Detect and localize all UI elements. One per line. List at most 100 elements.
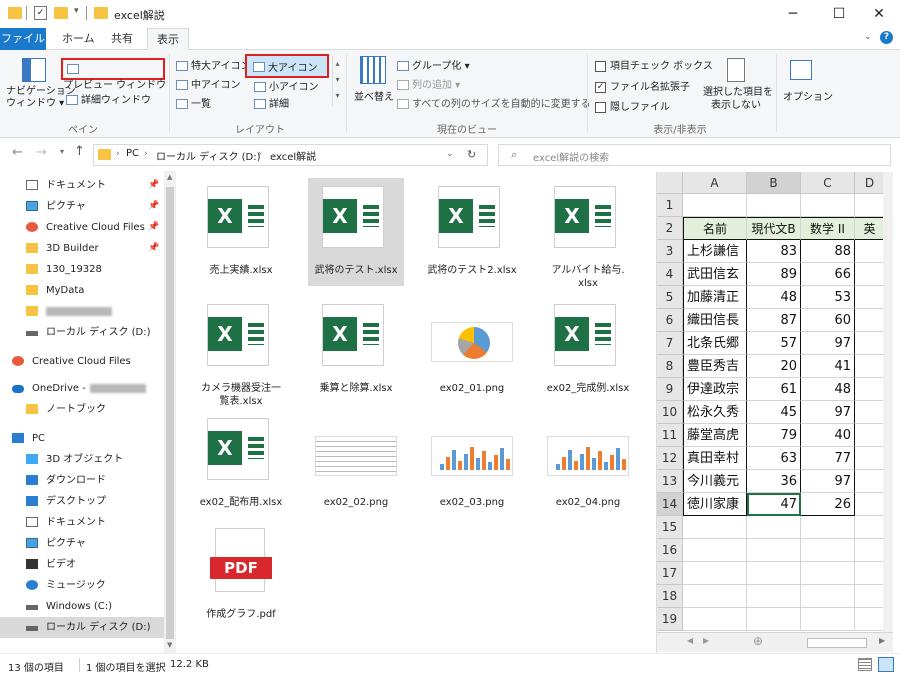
nav-item[interactable]	[0, 301, 164, 322]
table-cell[interactable]	[747, 516, 801, 539]
sheet-scroll-bar[interactable]: ◀ ▶ ⊕ ▶	[657, 632, 893, 652]
nav-item[interactable]: ドキュメント	[0, 512, 164, 533]
table-cell[interactable]	[801, 585, 855, 608]
nav-item[interactable]: 3D Builder 📌	[0, 238, 164, 259]
row-header[interactable]: 6	[657, 309, 683, 332]
table-cell[interactable]: 57	[747, 332, 801, 355]
row-header[interactable]: 17	[657, 562, 683, 585]
nav-item[interactable]: ローカル ディスク (D:)	[0, 322, 164, 343]
nav-scroll-thumb[interactable]	[166, 187, 174, 639]
tab-share[interactable]: 共有	[103, 28, 141, 50]
row-header[interactable]: 13	[657, 470, 683, 493]
row-header[interactable]: 3	[657, 240, 683, 263]
nav-item[interactable]: ピクチャ 📌	[0, 196, 164, 217]
table-cell[interactable]	[855, 608, 885, 631]
table-cell[interactable]: 79	[747, 424, 801, 447]
breadcrumb-pc[interactable]: PC	[126, 148, 139, 159]
table-cell[interactable]: 現代文B	[747, 217, 801, 240]
layout-details[interactable]: 詳細	[254, 95, 289, 110]
row-header[interactable]: 1	[657, 194, 683, 217]
row-header[interactable]: 10	[657, 401, 683, 424]
file-item[interactable]: Xex02_完成例.xlsx	[540, 296, 636, 404]
extensions-toggle[interactable]: ✓ ファイル名拡張子	[595, 78, 690, 93]
scroll-up-icon[interactable]: ▲	[167, 173, 172, 181]
table-cell[interactable]	[801, 562, 855, 585]
table-cell[interactable]: 徳川家康	[683, 493, 747, 516]
nav-item[interactable]: Creative Cloud Files	[0, 351, 164, 372]
file-item[interactable]: PDF 作成グラフ.pdf	[193, 522, 289, 630]
row-header[interactable]: 18	[657, 585, 683, 608]
table-cell[interactable]	[801, 539, 855, 562]
tab-home[interactable]: ホーム	[54, 28, 103, 50]
large-icons-view-icon[interactable]	[878, 657, 894, 672]
nav-item[interactable]: OneDrive -	[0, 378, 164, 399]
table-cell[interactable]: 77	[801, 447, 855, 470]
table-cell[interactable]: 87	[747, 309, 801, 332]
tab-view[interactable]: 表示	[147, 28, 189, 51]
h-scroll-thumb[interactable]	[807, 638, 867, 648]
file-item[interactable]: ex02_04.png	[540, 410, 636, 518]
row-header[interactable]: 7	[657, 332, 683, 355]
table-cell[interactable]: 88	[801, 240, 855, 263]
layout-xl-icons[interactable]: 特大アイコン	[176, 57, 251, 72]
layout-small-icons[interactable]: 小アイコン	[254, 78, 319, 93]
column-header[interactable]: D	[855, 172, 885, 194]
table-cell[interactable]: 加藤清正	[683, 286, 747, 309]
table-cell[interactable]	[855, 516, 885, 539]
table-cell[interactable]: 83	[747, 240, 801, 263]
row-header[interactable]: 2	[657, 217, 683, 240]
table-cell[interactable]: 97	[801, 401, 855, 424]
sort-button[interactable]: 並べ替え	[354, 88, 394, 103]
table-cell[interactable]: 36	[747, 470, 801, 493]
nav-item[interactable]: ローカル ディスク (D:)	[0, 617, 164, 638]
row-header[interactable]: 11	[657, 424, 683, 447]
new-folder-icon[interactable]	[54, 7, 68, 19]
row-header[interactable]: 14	[657, 493, 683, 516]
nav-item[interactable]: ビデオ	[0, 554, 164, 575]
sheet-v-scrollbar[interactable]	[883, 172, 893, 632]
forward-icon[interactable]: →	[36, 145, 47, 160]
table-cell[interactable]: 松永久秀	[683, 401, 747, 424]
table-cell[interactable]: 織田信長	[683, 309, 747, 332]
file-item[interactable]: X アルバイト給与. xlsx	[540, 178, 636, 289]
options-button[interactable]: オプション	[783, 88, 833, 103]
row-header[interactable]: 5	[657, 286, 683, 309]
ribbon-collapse-icon[interactable]: ⌄	[864, 32, 872, 42]
table-cell[interactable]	[855, 355, 885, 378]
column-header[interactable]: C	[801, 172, 855, 194]
row-header[interactable]: 15	[657, 516, 683, 539]
item-checkbox-toggle[interactable]: 項目チェック ボックス	[595, 57, 713, 72]
table-cell[interactable]: 97	[801, 470, 855, 493]
nav-scrollbar[interactable]: ▲ ▼	[164, 171, 176, 653]
sheet-prev-icon[interactable]: ◀	[687, 636, 693, 645]
nav-item[interactable]: ピクチャ	[0, 533, 164, 554]
table-cell[interactable]	[801, 194, 855, 217]
table-cell[interactable]	[855, 378, 885, 401]
nav-item[interactable]: 3D オブジェクト	[0, 449, 164, 470]
table-cell[interactable]: 89	[747, 263, 801, 286]
file-item[interactable]: X 武将のテスト2.xlsx	[424, 178, 520, 286]
search-input[interactable]: excel解説の検索	[533, 149, 609, 164]
nav-item[interactable]: 130_19328	[0, 259, 164, 280]
table-cell[interactable]: 40	[801, 424, 855, 447]
layout-medium-icons[interactable]: 中アイコン	[176, 76, 241, 91]
table-cell[interactable]: 藤堂高虎	[683, 424, 747, 447]
back-icon[interactable]: ←	[12, 145, 23, 160]
table-cell[interactable]	[747, 608, 801, 631]
table-cell[interactable]	[747, 194, 801, 217]
table-cell[interactable]: 41	[801, 355, 855, 378]
table-cell[interactable]: 26	[801, 493, 855, 516]
table-cell[interactable]	[855, 447, 885, 470]
scroll-down-icon[interactable]: ▼	[167, 641, 172, 649]
row-header[interactable]: 9	[657, 378, 683, 401]
nav-item[interactable]: ミュージック	[0, 575, 164, 596]
table-cell[interactable]	[855, 309, 885, 332]
table-cell[interactable]: 北条氏郷	[683, 332, 747, 355]
table-cell[interactable]: 61	[747, 378, 801, 401]
address-dropdown-icon[interactable]: ⌄	[446, 149, 454, 159]
search-box[interactable]: ⌕ excel解説の検索	[498, 144, 891, 166]
table-cell[interactable]: 名前	[683, 217, 747, 240]
nav-item[interactable]: ダウンロード	[0, 470, 164, 491]
customize-qat-icon[interactable]: ▾	[74, 6, 79, 16]
file-item[interactable]: X 売上実績.xlsx	[193, 178, 289, 286]
